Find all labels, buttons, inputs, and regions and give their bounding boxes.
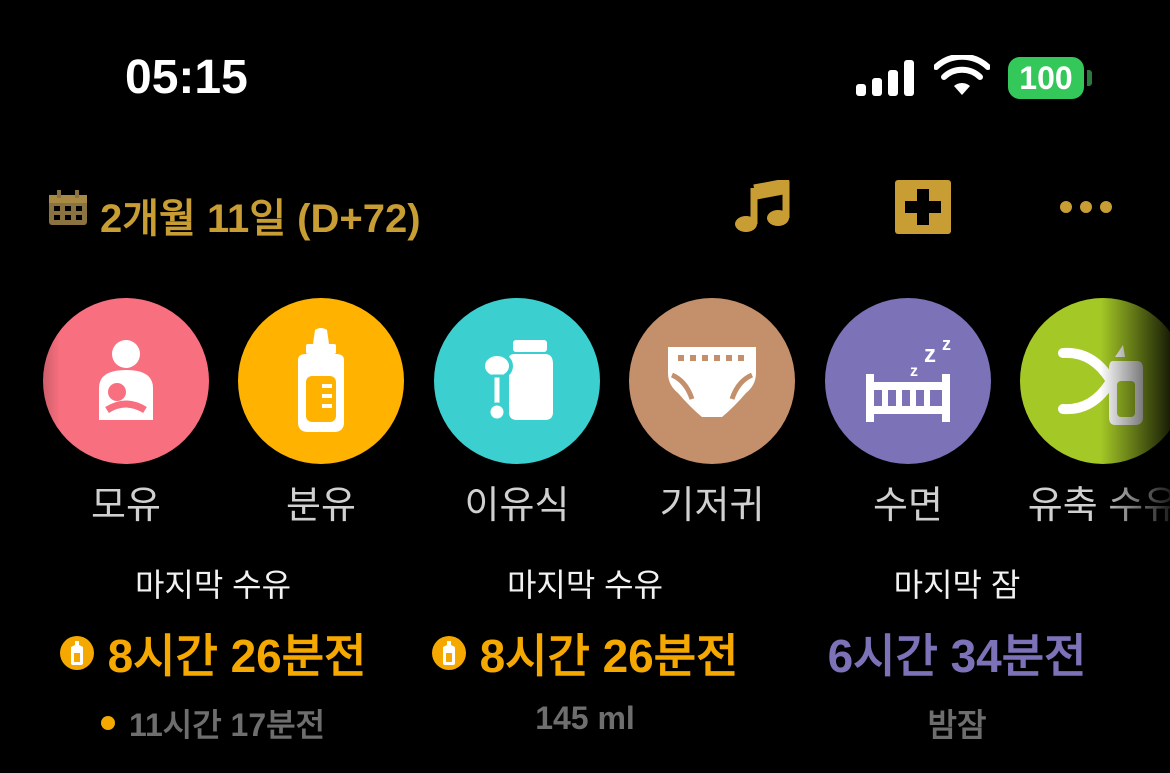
- battery-tip: [1087, 70, 1092, 86]
- breastfeeding-icon: [43, 298, 209, 464]
- category-sleep[interactable]: z z z 수면: [823, 298, 993, 529]
- summary-value: 6시간 34분전: [827, 630, 1087, 682]
- summary-sub: 145 ml: [535, 700, 635, 736]
- bottle-badge-icon: [431, 636, 466, 670]
- summary-title: 마지막 수유: [506, 567, 664, 603]
- category-label: 분유: [286, 485, 356, 527]
- calendar-icon[interactable]: [48, 190, 88, 226]
- category-breastfeeding[interactable]: 모유: [41, 298, 211, 529]
- category-baby-food[interactable]: 이유식: [432, 298, 602, 529]
- category-formula[interactable]: 분유: [236, 298, 406, 529]
- svg-text:z: z: [924, 341, 936, 368]
- more-icon[interactable]: [1060, 199, 1112, 215]
- plus-box-icon[interactable]: [895, 180, 951, 234]
- summary-title: 마지막 잠: [893, 567, 1021, 603]
- category-label: 기저귀: [659, 485, 765, 527]
- baby-bottle-icon: [238, 298, 404, 464]
- category-label: 유축 수유: [1027, 485, 1170, 527]
- battery-icon: 100: [1008, 57, 1084, 99]
- summary-value: 8시간 26분전: [107, 630, 367, 682]
- last-sleep-summary[interactable]: 마지막 잠 6시간 34분전 밤잠: [772, 560, 1142, 746]
- last-formula-summary[interactable]: 마지막 수유 8시간 26분전 145 ml: [400, 560, 770, 737]
- wifi-icon: [934, 55, 990, 95]
- category-label: 모유: [91, 485, 161, 527]
- status-dot: [100, 716, 115, 730]
- category-label: 이유식: [464, 485, 570, 527]
- date-label[interactable]: 2개월 11일 (D+72): [100, 186, 421, 244]
- pump-feeding-icon: [1020, 298, 1170, 464]
- bottle-badge-icon: [59, 636, 94, 670]
- crib-sleep-icon: z z z: [825, 298, 991, 464]
- summary-sub: 밤잠: [927, 707, 987, 743]
- music-note-icon[interactable]: [734, 180, 790, 234]
- category-diaper[interactable]: 기저귀: [627, 298, 797, 529]
- last-breastfeed-summary[interactable]: 마지막 수유 8시간 26분전 11시간 17분전: [28, 560, 398, 746]
- summary-sub: 11시간 17분전: [128, 707, 326, 743]
- svg-text:z: z: [942, 336, 951, 354]
- summary-value: 8시간 26분전: [479, 630, 739, 682]
- svg-text:z: z: [910, 363, 918, 380]
- category-label: 수면: [873, 485, 943, 527]
- cellular-signal-icon: [856, 58, 916, 96]
- status-time: 05:15: [125, 51, 248, 104]
- diaper-icon: [629, 298, 795, 464]
- summary-title: 마지막 수유: [134, 567, 292, 603]
- category-pump-feeding[interactable]: 유축 수유: [1018, 298, 1170, 529]
- baby-food-icon: [434, 298, 600, 464]
